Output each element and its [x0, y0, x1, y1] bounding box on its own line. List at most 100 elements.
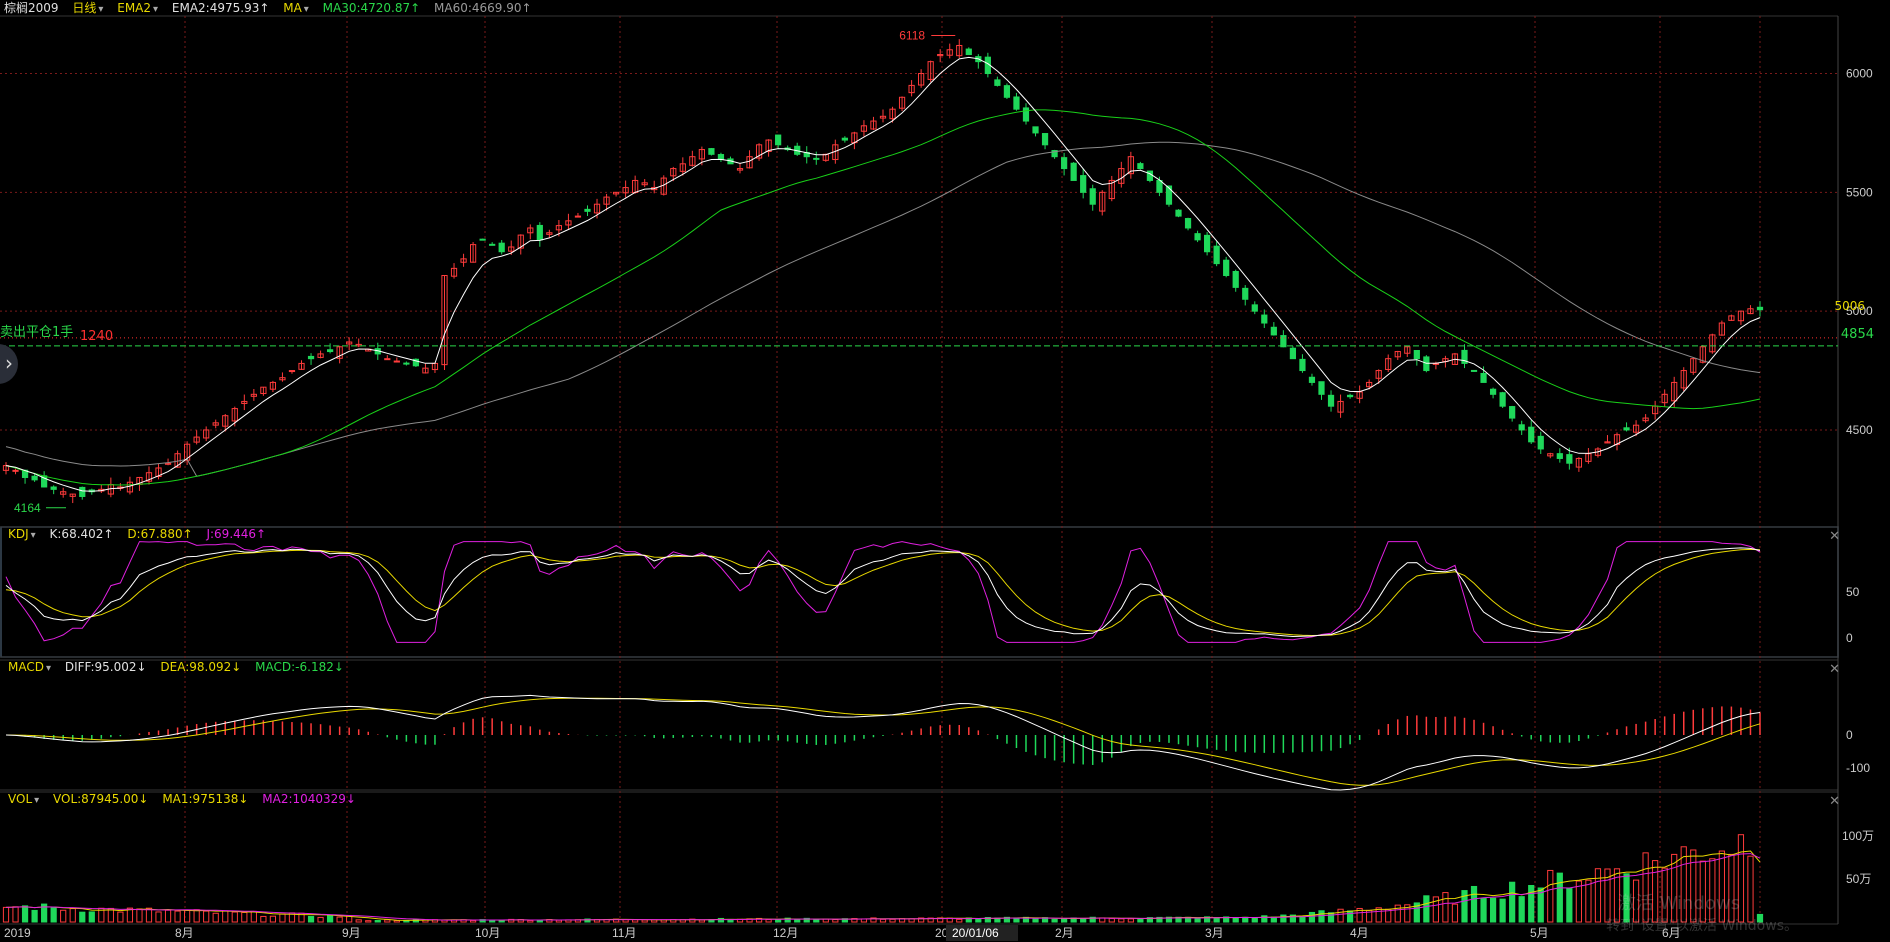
candle-down [1041, 133, 1049, 146]
chevron-down-icon[interactable]: ▾ [304, 4, 309, 15]
vol-bar [1242, 916, 1249, 923]
order-line-label[interactable]: 卖出平仓1手 [0, 321, 73, 340]
candle-down [1213, 245, 1220, 265]
vol-bar [174, 910, 181, 923]
macd-selector[interactable]: MACD [8, 660, 44, 674]
vol-bar [489, 919, 496, 923]
vol-ma2: MA2:1040329↓ [262, 792, 356, 806]
time-axis-label: 3月 [1205, 926, 1224, 940]
price-axis-label: 6000 [1846, 67, 1873, 81]
vol-bar [469, 919, 477, 923]
time-axis-label: 10月 [475, 926, 500, 940]
vol-bar [1575, 880, 1582, 923]
vol-bar [1318, 910, 1325, 923]
kdj-k: K:68.402↑ [49, 527, 114, 541]
candle-down [1003, 85, 1011, 98]
vol-bar [69, 908, 76, 923]
vol-bar [231, 911, 238, 923]
candle-up [384, 358, 391, 361]
main-indicator-bar: 棕榈2009 日线 ▾ EMA2 ▾ EMA2:4975.93↑ MA ▾ MA30:… [4, 0, 542, 16]
candle-down [1346, 394, 1354, 398]
ma-selector[interactable]: MA [283, 1, 302, 15]
vol-bar [145, 907, 153, 923]
ema-selector[interactable]: EMA2 [117, 1, 151, 15]
vol-bar [21, 905, 29, 923]
chevron-down-icon[interactable]: ▾ [153, 4, 158, 15]
vol-bar [975, 918, 982, 923]
candle-down [1146, 170, 1154, 181]
order-price-tag: 4854 [1840, 327, 1874, 342]
vol-bar [136, 908, 143, 923]
vol-bar [1032, 918, 1039, 923]
vol-bar [31, 909, 38, 923]
vol-bar [241, 911, 248, 923]
vol-bar [651, 919, 658, 923]
candle-down [1299, 358, 1306, 372]
candle-up [393, 360, 400, 363]
ma60-value: MA60:4669.90↑ [434, 1, 532, 15]
vol-bar [1442, 892, 1449, 923]
macd-axis-label: 0 [1846, 728, 1853, 742]
vol-bar [1423, 895, 1430, 923]
vol-bar [1451, 903, 1459, 923]
kdj-j: J:69.446↑ [206, 527, 267, 541]
candle-down [1528, 426, 1535, 443]
time-axis-label: 11月 [612, 926, 636, 940]
time-axis-label: 2019 [4, 926, 31, 940]
vol-bar [1470, 885, 1478, 923]
vol-bar [632, 919, 639, 923]
candle-down [775, 134, 782, 146]
candle-down [1061, 157, 1068, 170]
kdj-j-line [5, 541, 1761, 643]
candle-down [1470, 369, 1478, 372]
candle-down [79, 486, 86, 497]
candle-down [307, 355, 315, 360]
vol-value: VOL:87945.00↓ [53, 792, 149, 806]
period-selector[interactable]: 日线 [72, 1, 96, 15]
candle-down [708, 148, 715, 155]
vol-bar [164, 909, 172, 923]
chevron-down-icon[interactable]: ▾ [46, 663, 51, 674]
candle-down [1013, 96, 1020, 110]
vol-bar [279, 913, 286, 923]
kdj-indicator-bar: KDJ ▾ K:68.402↑ D:67.880↑ J:69.446↑ [8, 526, 276, 542]
kdj-axis-label: 50 [1846, 585, 1860, 599]
candle-down [1175, 209, 1182, 217]
close-vol-icon[interactable]: ✕ [1829, 794, 1840, 809]
symbol-label[interactable]: 棕榈2009 [4, 1, 59, 15]
vol-bar [307, 915, 315, 923]
vol-bar [117, 911, 124, 923]
vol-bar [1480, 897, 1487, 923]
kdj-axis-label: 0 [1846, 631, 1853, 645]
candle-down [1251, 304, 1258, 312]
chevron-down-icon[interactable]: ▾ [31, 530, 36, 541]
kdj-k-line [5, 547, 1761, 638]
vol-bar [1213, 917, 1220, 923]
vol-bar [1489, 897, 1497, 923]
macd-dea-line [5, 697, 1761, 786]
kdj-selector[interactable]: KDJ [8, 527, 29, 541]
vol-bar [1556, 872, 1563, 923]
candle-down [31, 475, 38, 481]
candle-down [813, 157, 820, 160]
chevron-down-icon[interactable]: ▾ [98, 4, 103, 15]
vol-bar [1127, 918, 1134, 923]
candle-up [574, 215, 582, 218]
candle-down [717, 154, 725, 160]
vol-selector[interactable]: VOL [8, 792, 32, 806]
ema2-value: EMA2:4975.93↑ [171, 1, 270, 15]
close-macd-icon[interactable]: ✕ [1829, 662, 1840, 677]
candle-down [1156, 180, 1163, 193]
candle-down [1518, 424, 1525, 431]
candle-up [12, 469, 19, 472]
candle-down [1566, 454, 1573, 464]
price-axis-label: 4500 [1846, 423, 1873, 437]
close-kdj-icon[interactable]: ✕ [1829, 529, 1840, 544]
candle-down [1261, 314, 1268, 324]
vol-bar [527, 919, 534, 923]
candle-down [498, 242, 505, 253]
vol-bar [794, 919, 801, 923]
vol-bar [1232, 917, 1239, 923]
vol-bar [88, 911, 95, 923]
chevron-down-icon[interactable]: ▾ [34, 795, 39, 806]
